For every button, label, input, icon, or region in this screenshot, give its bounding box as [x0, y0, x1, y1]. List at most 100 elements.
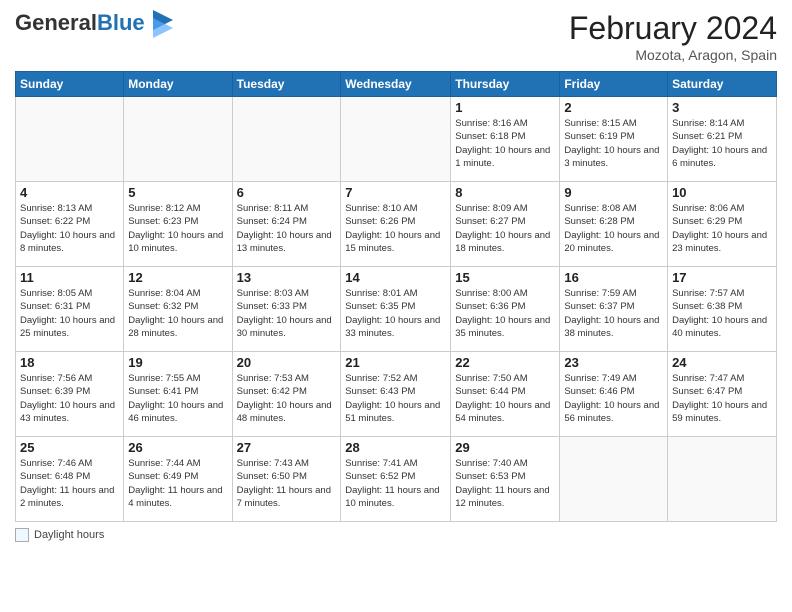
calendar-cell: 25 Sunrise: 7:46 AM Sunset: 6:48 PM Dayli…: [16, 437, 124, 522]
calendar-cell: 2 Sunrise: 8:15 AM Sunset: 6:19 PM Daylig…: [560, 97, 668, 182]
day-info: Sunrise: 8:16 AM Sunset: 6:18 PM Dayligh…: [455, 117, 555, 170]
day-number: 21: [345, 355, 446, 370]
calendar-cell: 3 Sunrise: 8:14 AM Sunset: 6:21 PM Daylig…: [668, 97, 777, 182]
day-info: Sunrise: 7:56 AM Sunset: 6:39 PM Dayligh…: [20, 372, 119, 425]
day-info: Sunrise: 8:15 AM Sunset: 6:19 PM Dayligh…: [564, 117, 663, 170]
calendar-cell: [668, 437, 777, 522]
week-row-1: 4Sunrise: 8:13 AM Sunset: 6:22 PM Daylig…: [16, 182, 777, 267]
day-info: Sunrise: 7:43 AM Sunset: 6:50 PM Dayligh…: [237, 457, 337, 510]
day-header-thursday: Thursday: [451, 72, 560, 97]
day-number: 19: [128, 355, 227, 370]
day-header-friday: Friday: [560, 72, 668, 97]
day-info: Sunrise: 8:05 AM Sunset: 6:31 PM Dayligh…: [20, 287, 119, 340]
day-info: Sunrise: 8:10 AM Sunset: 6:26 PM Dayligh…: [345, 202, 446, 255]
calendar-cell: [16, 97, 124, 182]
week-row-0: 1Sunrise: 8:16 AM Sunset: 6:18 PM Daylig…: [16, 97, 777, 182]
calendar-header-row: SundayMondayTuesdayWednesdayThursdayFrid…: [16, 72, 777, 97]
day-info: Sunrise: 8:13 AM Sunset: 6:22 PM Dayligh…: [20, 202, 119, 255]
week-row-2: 11Sunrise: 8:05 AM Sunset: 6:31 PM Dayli…: [16, 267, 777, 352]
calendar-cell: 1Sunrise: 8:16 AM Sunset: 6:18 PM Daylig…: [451, 97, 560, 182]
calendar-cell: 5 Sunrise: 8:12 AM Sunset: 6:23 PM Daylig…: [124, 182, 232, 267]
day-number: 28: [345, 440, 446, 455]
day-info: Sunrise: 7:49 AM Sunset: 6:46 PM Dayligh…: [564, 372, 663, 425]
calendar-cell: 11Sunrise: 8:05 AM Sunset: 6:31 PM Dayli…: [16, 267, 124, 352]
title-block: February 2024 Mozota, Aragon, Spain: [569, 10, 777, 63]
calendar-cell: 6Sunrise: 8:11 AM Sunset: 6:24 PM Daylig…: [232, 182, 341, 267]
calendar-cell: 7 Sunrise: 8:10 AM Sunset: 6:26 PM Daylig…: [341, 182, 451, 267]
calendar-cell: [341, 97, 451, 182]
day-number: 10: [672, 185, 772, 200]
calendar-cell: 26 Sunrise: 7:44 AM Sunset: 6:49 PM Dayli…: [124, 437, 232, 522]
page-container: GeneralBlue February 2024 Mozota, Aragon…: [0, 0, 792, 547]
week-row-4: 25 Sunrise: 7:46 AM Sunset: 6:48 PM Dayli…: [16, 437, 777, 522]
day-info: Sunrise: 7:44 AM Sunset: 6:49 PM Dayligh…: [128, 457, 227, 510]
calendar-cell: 20Sunrise: 7:53 AM Sunset: 6:42 PM Dayli…: [232, 352, 341, 437]
day-number: 15: [455, 270, 555, 285]
day-number: 23: [564, 355, 663, 370]
calendar-cell: 29 Sunrise: 7:40 AM Sunset: 6:53 PM Dayli…: [451, 437, 560, 522]
header: GeneralBlue February 2024 Mozota, Aragon…: [15, 10, 777, 63]
calendar-cell: 21 Sunrise: 7:52 AM Sunset: 6:43 PM Dayli…: [341, 352, 451, 437]
calendar-table: SundayMondayTuesdayWednesdayThursdayFrid…: [15, 71, 777, 522]
footer-legend: Daylight hours: [15, 528, 777, 542]
day-number: 12: [128, 270, 227, 285]
day-info: Sunrise: 8:08 AM Sunset: 6:28 PM Dayligh…: [564, 202, 663, 255]
day-number: 22: [455, 355, 555, 370]
day-number: 7: [345, 185, 446, 200]
calendar-cell: 12 Sunrise: 8:04 AM Sunset: 6:32 PM Dayli…: [124, 267, 232, 352]
day-number: 16: [564, 270, 663, 285]
calendar-cell: 18 Sunrise: 7:56 AM Sunset: 6:39 PM Dayli…: [16, 352, 124, 437]
day-header-monday: Monday: [124, 72, 232, 97]
day-info: Sunrise: 7:50 AM Sunset: 6:44 PM Dayligh…: [455, 372, 555, 425]
calendar-cell: [560, 437, 668, 522]
day-number: 8: [455, 185, 555, 200]
logo-blue: Blue: [97, 10, 145, 35]
calendar-cell: 10 Sunrise: 8:06 AM Sunset: 6:29 PM Dayli…: [668, 182, 777, 267]
day-number: 25: [20, 440, 119, 455]
day-info: Sunrise: 8:04 AM Sunset: 6:32 PM Dayligh…: [128, 287, 227, 340]
logo-text: GeneralBlue: [15, 10, 173, 38]
calendar-cell: 24 Sunrise: 7:47 AM Sunset: 6:47 PM Dayli…: [668, 352, 777, 437]
calendar-cell: 22 Sunrise: 7:50 AM Sunset: 6:44 PM Dayli…: [451, 352, 560, 437]
day-number: 2: [564, 100, 663, 115]
day-info: Sunrise: 7:59 AM Sunset: 6:37 PM Dayligh…: [564, 287, 663, 340]
day-info: Sunrise: 8:06 AM Sunset: 6:29 PM Dayligh…: [672, 202, 772, 255]
day-number: 5: [128, 185, 227, 200]
calendar-cell: 4Sunrise: 8:13 AM Sunset: 6:22 PM Daylig…: [16, 182, 124, 267]
day-info: Sunrise: 7:46 AM Sunset: 6:48 PM Dayligh…: [20, 457, 119, 510]
day-header-sunday: Sunday: [16, 72, 124, 97]
legend-label: Daylight hours: [34, 529, 104, 541]
calendar-cell: 23 Sunrise: 7:49 AM Sunset: 6:46 PM Dayli…: [560, 352, 668, 437]
day-info: Sunrise: 7:47 AM Sunset: 6:47 PM Dayligh…: [672, 372, 772, 425]
logo-general: General: [15, 10, 97, 35]
day-info: Sunrise: 8:12 AM Sunset: 6:23 PM Dayligh…: [128, 202, 227, 255]
day-info: Sunrise: 8:14 AM Sunset: 6:21 PM Dayligh…: [672, 117, 772, 170]
calendar-cell: 16 Sunrise: 7:59 AM Sunset: 6:37 PM Dayli…: [560, 267, 668, 352]
day-number: 27: [237, 440, 337, 455]
calendar-cell: 17Sunrise: 7:57 AM Sunset: 6:38 PM Dayli…: [668, 267, 777, 352]
day-number: 20: [237, 355, 337, 370]
day-header-wednesday: Wednesday: [341, 72, 451, 97]
calendar-cell: [124, 97, 232, 182]
day-number: 18: [20, 355, 119, 370]
month-title: February 2024: [569, 10, 777, 47]
day-info: Sunrise: 7:41 AM Sunset: 6:52 PM Dayligh…: [345, 457, 446, 510]
day-number: 3: [672, 100, 772, 115]
day-header-saturday: Saturday: [668, 72, 777, 97]
day-number: 24: [672, 355, 772, 370]
day-info: Sunrise: 8:01 AM Sunset: 6:35 PM Dayligh…: [345, 287, 446, 340]
day-number: 26: [128, 440, 227, 455]
day-number: 17: [672, 270, 772, 285]
logo-icon: [153, 10, 173, 38]
day-info: Sunrise: 8:09 AM Sunset: 6:27 PM Dayligh…: [455, 202, 555, 255]
day-info: Sunrise: 7:52 AM Sunset: 6:43 PM Dayligh…: [345, 372, 446, 425]
day-info: Sunrise: 8:03 AM Sunset: 6:33 PM Dayligh…: [237, 287, 337, 340]
day-info: Sunrise: 7:40 AM Sunset: 6:53 PM Dayligh…: [455, 457, 555, 510]
day-number: 29: [455, 440, 555, 455]
calendar-cell: 8 Sunrise: 8:09 AM Sunset: 6:27 PM Daylig…: [451, 182, 560, 267]
calendar-cell: 14Sunrise: 8:01 AM Sunset: 6:35 PM Dayli…: [341, 267, 451, 352]
calendar-cell: 15Sunrise: 8:00 AM Sunset: 6:36 PM Dayli…: [451, 267, 560, 352]
day-number: 13: [237, 270, 337, 285]
location: Mozota, Aragon, Spain: [569, 47, 777, 63]
day-number: 6: [237, 185, 337, 200]
